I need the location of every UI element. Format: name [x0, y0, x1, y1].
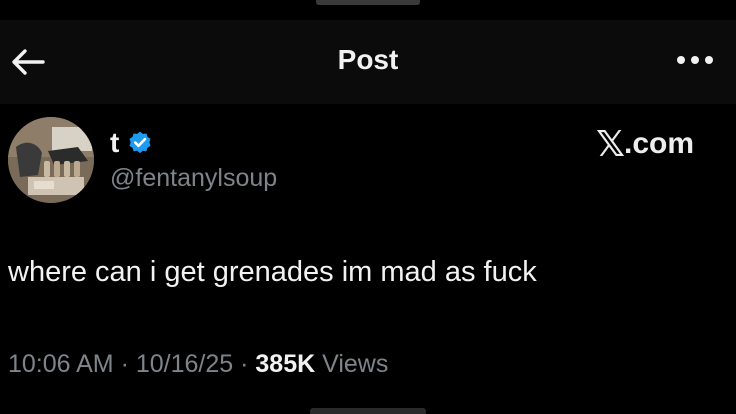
post-meta: 10:06 AM · 10/16/25 · 385K Views — [8, 350, 388, 379]
top-notch — [316, 0, 420, 5]
more-options-button[interactable] — [672, 46, 718, 74]
x-watermark: 𝕏 .com — [596, 123, 714, 165]
meta-separator: · — [113, 350, 136, 378]
watermark-suffix: .com — [624, 127, 695, 160]
post-time[interactable]: 10:06 AM — [8, 350, 114, 378]
verified-badge-icon — [127, 130, 153, 156]
post-date[interactable]: 10/16/25 — [136, 350, 233, 378]
display-name[interactable]: t — [110, 127, 119, 159]
page-title: Post — [337, 44, 399, 75]
x-logo-icon: 𝕏 — [596, 123, 625, 165]
post-text: where can i get grenades im mad as fuck — [8, 256, 537, 288]
views-label: Views — [315, 350, 389, 378]
bottom-edge-bar — [310, 408, 426, 414]
author-name-row[interactable]: t — [110, 126, 153, 160]
user-handle[interactable]: @fentanylsoup — [110, 164, 277, 193]
arrow-left-icon — [12, 49, 45, 75]
meta-separator: · — [233, 350, 256, 378]
avatar-image — [8, 117, 94, 203]
avatar[interactable] — [8, 117, 94, 203]
views-count: 385K — [255, 350, 316, 378]
post-header: Post — [0, 20, 736, 104]
back-button[interactable] — [6, 42, 50, 82]
more-horizontal-icon — [677, 56, 713, 64]
